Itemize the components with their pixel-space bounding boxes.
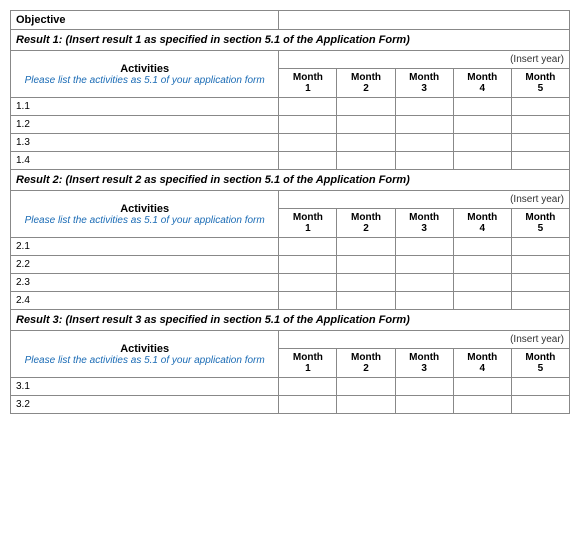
insert-year-r2: (Insert year)	[279, 191, 570, 209]
month5-r2: Month5	[511, 209, 569, 238]
result2-label: Result 2: (Insert result 2 as specified …	[11, 170, 570, 191]
row-r2-3: 2.3	[11, 274, 279, 292]
row-r2-4: 2.4	[11, 292, 279, 310]
objective-label: Objective	[16, 14, 66, 26]
month1-r2: Month1	[279, 209, 337, 238]
month5-r3: Month5	[511, 349, 569, 378]
month4-r3: Month4	[453, 349, 511, 378]
insert-year-r1: (Insert year)	[279, 51, 570, 69]
row-r1-4: 1.4	[11, 152, 279, 170]
row-r1-1: 1.1	[11, 98, 279, 116]
month4-r2: Month4	[453, 209, 511, 238]
row-r3-2: 3.2	[11, 396, 279, 414]
activities-italic-r2: Please list the activities as 5.1 of you…	[16, 215, 273, 226]
activities-italic-r1: Please list the activities as 5.1 of you…	[16, 75, 273, 86]
result3-label: Result 3: (Insert result 3 as specified …	[11, 310, 570, 331]
month1-r3: Month1	[279, 349, 337, 378]
row-r1-3: 1.3	[11, 134, 279, 152]
month1-r1: Month1	[279, 69, 337, 98]
objective-cell: Objective	[11, 11, 279, 30]
month5-r1: Month5	[511, 69, 569, 98]
month2-r2: Month2	[337, 209, 395, 238]
activities-italic-r3: Please list the activities as 5.1 of you…	[16, 355, 273, 366]
insert-year-r3: (Insert year)	[279, 331, 570, 349]
month2-r3: Month2	[337, 349, 395, 378]
row-r2-2: 2.2	[11, 256, 279, 274]
month2-r1: Month2	[337, 69, 395, 98]
row-r1-2: 1.2	[11, 116, 279, 134]
activities-label-r2: Activities	[16, 203, 273, 215]
month3-r3: Month3	[395, 349, 453, 378]
row-r2-1: 2.1	[11, 238, 279, 256]
row-r3-1: 3.1	[11, 378, 279, 396]
month3-r2: Month3	[395, 209, 453, 238]
result1-label: Result 1: (Insert result 1 as specified …	[11, 30, 570, 51]
month4-r1: Month4	[453, 69, 511, 98]
activities-label-r3: Activities	[16, 343, 273, 355]
activities-label-r1: Activities	[16, 63, 273, 75]
main-table: Objective Result 1: (Insert result 1 as …	[10, 10, 570, 414]
month3-r1: Month3	[395, 69, 453, 98]
objective-value	[279, 11, 570, 30]
